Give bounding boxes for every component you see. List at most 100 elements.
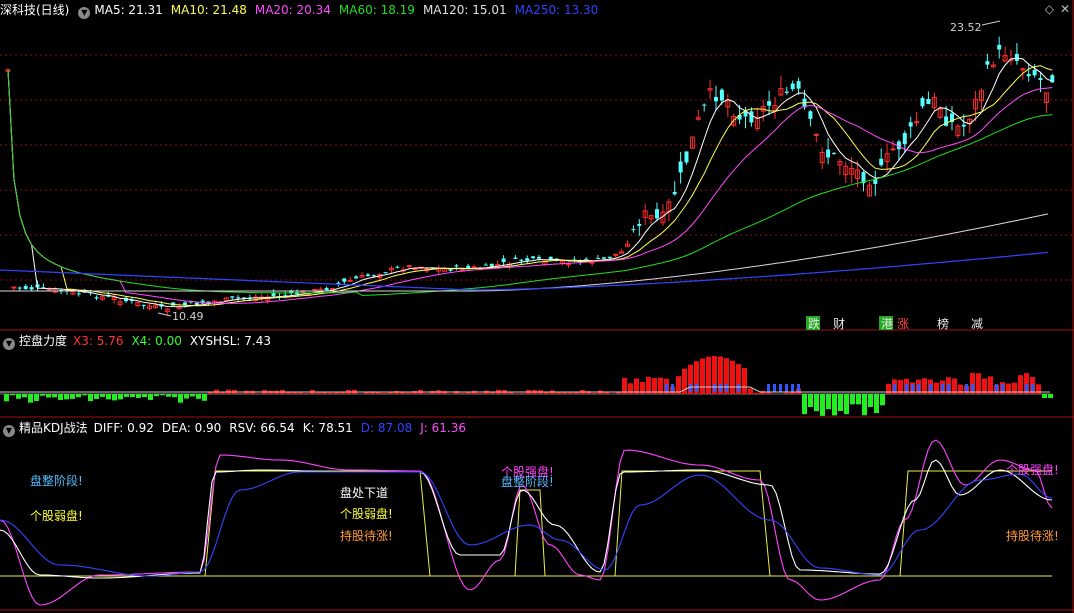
histogram-bar [52,394,57,398]
histogram-bar [166,394,171,397]
candle-up [300,290,306,293]
candle-up [914,121,920,124]
histogram-bar [196,394,201,399]
close-icon[interactable]: ✕ [1060,2,1070,16]
candle-down [1032,69,1037,76]
histogram-bar [238,393,243,394]
panel2-value-1: X4: 0.00 [131,334,182,348]
histogram-marker [941,384,944,392]
ma250-line [0,251,1049,291]
chart-canvas[interactable]: 23.52 10.49 跌财 港涨 榜 减 盘整阶段! 个股弱盘! 盘处下道个股弱盘! 持股… [0,0,1074,613]
candle-down [826,149,831,158]
panel2-title[interactable]: 控盘力度 [19,334,67,348]
ma-line [7,69,1053,296]
candle-down [206,301,211,303]
event-markers: 跌财 港涨 榜 减 [806,316,983,331]
histogram-bar [34,394,39,402]
histogram-bar [706,356,711,394]
histogram-marker [689,384,692,392]
histogram-bar [100,394,105,397]
histogram-marker [713,384,716,392]
candle-down [908,122,913,127]
histogram-marker [791,384,794,392]
chevron-down-icon[interactable]: ▼ [3,425,15,437]
candle-down [1014,53,1019,61]
histogram-bar [814,394,819,412]
candle-down [371,275,376,277]
histogram-bar [190,394,195,397]
candle-down [94,297,99,299]
candle-down [702,104,707,106]
candle-down [607,256,612,259]
panel2-header: ▼ 控盘力度 X3: 5.76 X4: 0.00 XYSHSL: 7.43 [0,332,279,350]
candle-down [365,274,370,276]
panel2-value-2: XYSHSL: 7.43 [189,334,271,348]
kdj-signal-6: 盘整阶段! [501,474,554,489]
candle-down [985,61,990,65]
candle-down [454,265,459,267]
histogram-bar [820,394,825,416]
histogram-bar [520,393,525,394]
histogram-bar [40,394,45,396]
chevron-down-icon[interactable]: ▼ [78,7,91,19]
histogram-bar [592,392,597,394]
histogram-marker [893,384,896,392]
histogram-marker [671,384,674,392]
diamond-icon[interactable]: ◇ [1045,2,1054,16]
candle-down [289,291,294,293]
candle-down [1026,74,1031,77]
candle-down [141,304,146,306]
histogram-bar [646,376,651,394]
histogram-bar [106,394,111,400]
histogram-bar [808,394,813,408]
kdj-signal-3: 个股弱盘! [340,506,393,521]
histogram-marker [911,384,914,392]
histogram-bar [610,393,615,394]
ma-value-1: MA10: 21.48 [170,3,247,17]
histogram-marker [917,384,920,392]
histogram-bar [958,384,963,394]
candlestick-layer [5,20,1055,317]
panel3-header: ▼ 精品KDJ战法 DIFF: 0.92 DEA: 0.90 RSV: 66.54 K: … [0,419,474,437]
ma-value-2: MA20: 20.34 [254,3,331,17]
histogram-bar [148,394,153,400]
candle-down [596,257,600,259]
candle-up [613,253,619,256]
ma-line [7,57,1053,308]
histogram-marker [1031,384,1034,392]
histogram-bar [10,394,15,396]
candle-down [271,293,276,297]
panel3-title[interactable]: 精品KDJ战法 [19,421,88,435]
histogram-bar [868,394,873,407]
histogram-bar [82,394,87,396]
kdj-signal-7: 个股强盘! [1006,462,1059,477]
histogram-marker [995,384,998,392]
candle-down [684,151,689,163]
high-arrow [981,20,1001,26]
event-marker-4: 榜 [937,316,949,331]
ma-value-5: MA250: 13.30 [514,3,599,17]
histogram-bar [826,394,831,410]
candle-down [997,44,1002,50]
panel3-value-3: K: 78.51 [302,421,353,435]
stock-title[interactable]: 深科技(日线) [0,3,69,17]
candle-down [719,89,724,101]
candle-down [230,296,235,298]
event-marker-0: 跌 [808,316,820,331]
histogram-marker [947,384,950,392]
histogram-bar [742,367,747,394]
chevron-down-icon[interactable]: ▼ [3,338,15,350]
histogram-bar [850,394,855,405]
histogram-bar [22,394,27,398]
histogram-bar [466,392,471,394]
histogram-bar [136,394,141,398]
histogram-bar [976,373,981,394]
candle-down [1038,78,1043,81]
moving-average-layer [0,57,1053,308]
histogram-bar [4,394,9,402]
histogram-marker [773,384,776,392]
histogram-bar [754,392,759,394]
panel3-value-0: DIFF: 0.92 [93,421,154,435]
histogram-bar [856,394,861,405]
candle-down [796,81,801,89]
